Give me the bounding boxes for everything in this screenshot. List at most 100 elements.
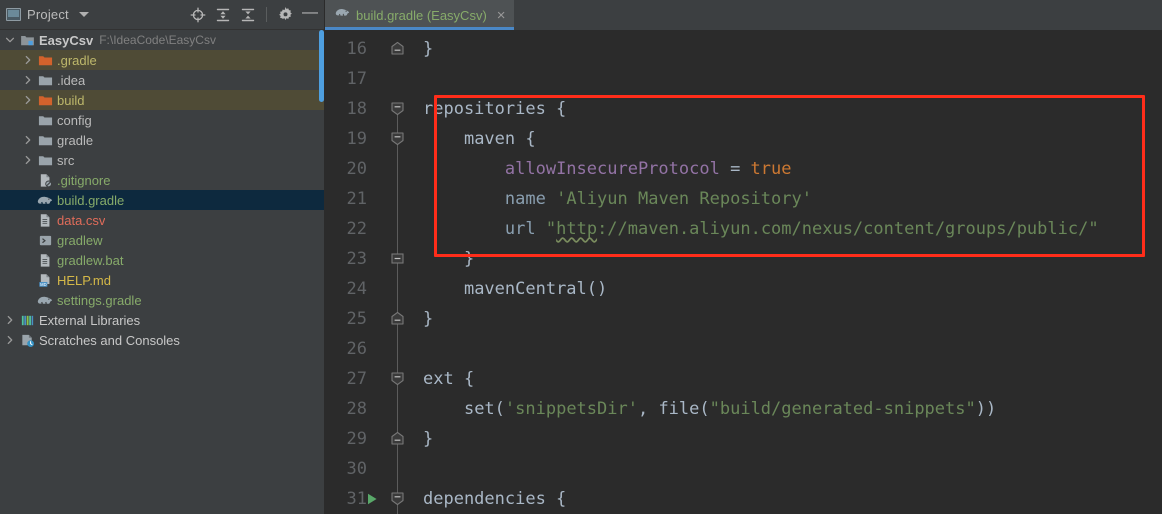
project-tree[interactable]: EasyCsv F:\IdeaCode\EasyCsv .gradle .idea bu… bbox=[0, 30, 325, 514]
gradle-elephant-icon bbox=[335, 6, 350, 24]
bat-file-icon bbox=[36, 253, 54, 268]
editor-tab-label: build.gradle (EasyCsv) bbox=[356, 7, 487, 23]
code-line[interactable]: 31 dependencies { bbox=[325, 484, 1162, 514]
tree-item-label: gradlew.bat bbox=[57, 252, 124, 268]
chevron-right-icon[interactable] bbox=[20, 155, 36, 165]
chevron-right-icon[interactable] bbox=[2, 315, 18, 325]
run-gutter-icon[interactable] bbox=[365, 492, 379, 506]
chevron-right-icon[interactable] bbox=[20, 55, 36, 65]
tree-item-easycsv[interactable]: EasyCsv F:\IdeaCode\EasyCsv bbox=[0, 30, 325, 50]
chevron-down-icon[interactable] bbox=[2, 35, 18, 45]
code-text: maven { bbox=[463, 129, 536, 149]
collapse-all-icon[interactable] bbox=[237, 4, 259, 26]
code-line[interactable]: 22 url "http://maven.aliyun.com/nexus/co… bbox=[325, 214, 1162, 244]
tree-item-build-gradle[interactable]: build.gradle bbox=[0, 190, 325, 210]
code-line[interactable]: 29} bbox=[325, 424, 1162, 454]
tree-item-label: gradle bbox=[57, 132, 94, 148]
gear-icon[interactable] bbox=[274, 4, 296, 26]
folder-gray-icon bbox=[36, 113, 54, 128]
line-number: 29 bbox=[346, 429, 367, 449]
code-line[interactable]: 21 name 'Aliyun Maven Repository' bbox=[325, 184, 1162, 214]
tree-item-external-libraries[interactable]: External Libraries bbox=[0, 310, 325, 330]
code-line[interactable]: 23 } bbox=[325, 244, 1162, 274]
fold-start-icon[interactable] bbox=[389, 490, 406, 507]
line-number: 20 bbox=[346, 159, 367, 179]
csv-file-icon bbox=[36, 213, 54, 228]
code-line[interactable]: 28 set('snippetsDir', file("build/genera… bbox=[325, 394, 1162, 424]
code-editor[interactable]: 16} 17 18 repositories {19 maven {20 allowI… bbox=[325, 30, 1162, 514]
chevron-right-icon[interactable] bbox=[2, 335, 18, 345]
tree-item-scratches-and-consoles[interactable]: Scratches and Consoles bbox=[0, 330, 325, 350]
line-number: 31 bbox=[346, 489, 367, 509]
tree-item-config[interactable]: config bbox=[0, 110, 325, 130]
code-text: } bbox=[463, 249, 475, 269]
folder-orange-icon bbox=[36, 93, 54, 108]
tree-item-label: build.gradle bbox=[57, 192, 125, 208]
chevron-right-icon[interactable] bbox=[20, 75, 36, 85]
code-text: } bbox=[423, 309, 434, 329]
tree-item-gradle[interactable]: gradle bbox=[0, 130, 325, 150]
code-text: ext { bbox=[423, 369, 475, 389]
code-line[interactable]: 26 bbox=[325, 334, 1162, 364]
code-line[interactable]: 20 allowInsecureProtocol = true bbox=[325, 154, 1162, 184]
tree-item-gradlew-bat[interactable]: gradlew.bat bbox=[0, 250, 325, 270]
folder-orange-icon bbox=[36, 53, 54, 68]
close-icon[interactable]: × bbox=[497, 8, 506, 23]
tree-item-label: .gradle bbox=[57, 52, 97, 68]
tool-window-title: Project bbox=[27, 7, 69, 22]
chevron-right-icon[interactable] bbox=[20, 95, 36, 105]
fold-start-icon[interactable] bbox=[389, 130, 406, 147]
gradle-elephant-icon bbox=[36, 294, 54, 307]
line-number: 28 bbox=[346, 399, 367, 419]
tree-item-data-csv[interactable]: data.csv bbox=[0, 210, 325, 230]
line-number: 19 bbox=[346, 129, 367, 149]
chevron-down-icon[interactable] bbox=[78, 12, 89, 17]
tree-item-label: EasyCsv bbox=[39, 32, 94, 48]
fold-end-icon[interactable] bbox=[389, 40, 406, 57]
tree-item-help-md[interactable]: MD HELP.md bbox=[0, 270, 325, 290]
line-number: 24 bbox=[346, 279, 367, 299]
code-line[interactable]: 27 ext { bbox=[325, 364, 1162, 394]
code-line[interactable]: 17 bbox=[325, 64, 1162, 94]
line-number: 26 bbox=[346, 339, 367, 359]
code-line[interactable]: 18 repositories { bbox=[325, 94, 1162, 124]
fold-start-icon[interactable] bbox=[389, 370, 406, 387]
tree-item-build[interactable]: build bbox=[0, 90, 325, 110]
folder-gray-icon bbox=[36, 133, 54, 148]
code-line[interactable]: 16} bbox=[325, 34, 1162, 64]
code-text: dependencies { bbox=[423, 489, 567, 509]
line-number: 17 bbox=[346, 69, 367, 89]
editor-tab-build-gradle[interactable]: build.gradle (EasyCsv) × bbox=[325, 0, 514, 30]
tree-item-settings-gradle[interactable]: settings.gradle bbox=[0, 290, 325, 310]
code-text: } bbox=[423, 429, 434, 449]
code-line[interactable]: 25} bbox=[325, 304, 1162, 334]
tree-item-label: HELP.md bbox=[57, 272, 111, 288]
code-line[interactable]: 19 maven { bbox=[325, 124, 1162, 154]
tree-item-gradlew[interactable]: gradlew bbox=[0, 230, 325, 250]
tree-item-idea[interactable]: .idea bbox=[0, 70, 325, 90]
code-line[interactable]: 30 bbox=[325, 454, 1162, 484]
fold-end-icon[interactable] bbox=[389, 430, 406, 447]
locate-target-icon[interactable] bbox=[187, 4, 209, 26]
code-text: allowInsecureProtocol = true bbox=[504, 159, 792, 179]
folder-gray-icon bbox=[36, 73, 54, 88]
tree-item-src[interactable]: src bbox=[0, 150, 325, 170]
code-text: set('snippetsDir', file("build/generated… bbox=[463, 399, 997, 419]
fold-start-icon[interactable] bbox=[389, 100, 406, 117]
tree-item-label: .gitignore bbox=[57, 172, 111, 188]
libraries-icon bbox=[18, 313, 36, 328]
expand-all-icon[interactable] bbox=[212, 4, 234, 26]
tree-item-label: .idea bbox=[57, 72, 86, 88]
fold-end-icon[interactable] bbox=[389, 250, 406, 267]
chevron-right-icon[interactable] bbox=[20, 135, 36, 145]
line-number: 23 bbox=[346, 249, 367, 269]
fold-end-icon[interactable] bbox=[389, 310, 406, 327]
code-text: mavenCentral() bbox=[463, 279, 608, 299]
tree-item-gradle[interactable]: .gradle bbox=[0, 50, 325, 70]
code-line[interactable]: 24 mavenCentral() bbox=[325, 274, 1162, 304]
minimize-icon[interactable]: — bbox=[299, 4, 321, 26]
line-number: 25 bbox=[346, 309, 367, 329]
tree-item-gitignore[interactable]: .gitignore bbox=[0, 170, 325, 190]
folder-gray-icon bbox=[36, 153, 54, 168]
sidebar-scrollbar[interactable] bbox=[319, 30, 324, 102]
